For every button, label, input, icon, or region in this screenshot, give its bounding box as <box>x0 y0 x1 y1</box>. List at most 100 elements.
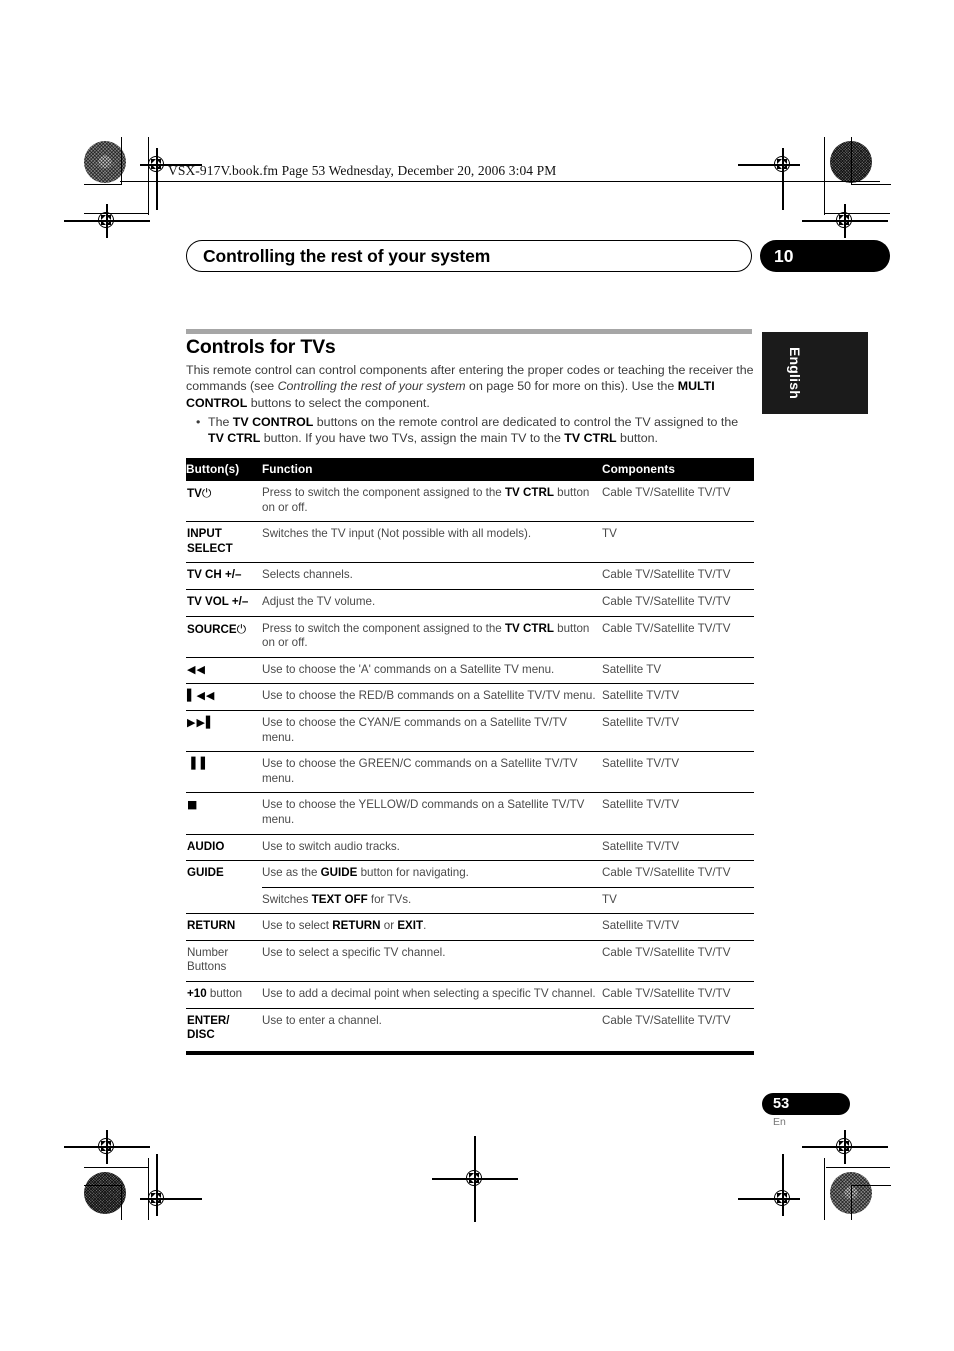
crop-line <box>851 137 853 185</box>
table-row: Switches TEXT OFF for TVs. TV <box>186 886 754 914</box>
rewind-icon-button: ◀◀ <box>186 656 262 684</box>
guide-button: GUIDE <box>186 860 262 888</box>
table-row: ■ Use to choose the YELLOW/D commands on … <box>186 792 754 834</box>
table-row: ◀◀ Use to choose the 'A' commands on a Sa… <box>186 656 754 684</box>
table-header-row: Button(s) Function Components <box>186 458 754 481</box>
running-header: Controlling the rest of your system <box>186 240 752 272</box>
stop-icon-button: ■ <box>186 792 262 834</box>
cell-function: Use to switch audio tracks. <box>262 833 602 861</box>
audio-button: AUDIO <box>186 833 262 861</box>
plus-ten-button: +10 button <box>186 981 262 1009</box>
halftone-dot-bottom-left <box>84 1172 126 1214</box>
crop-line <box>851 1185 891 1187</box>
crop-line <box>121 1186 123 1220</box>
cell-function: Use to select RETURN or EXIT. <box>262 913 602 941</box>
cell-components: Satellite TV/TV <box>602 913 754 941</box>
page-number: 53 <box>773 1096 790 1112</box>
bullet-icon: • <box>196 415 201 429</box>
cell-components: TV <box>602 886 754 914</box>
table-row: TV⏻ Press to switch the component assigne… <box>186 481 754 522</box>
list-item: • The TV CONTROL buttons on the remote c… <box>196 414 754 447</box>
cell-function: Use to choose the YELLOW/D commands on a… <box>262 792 602 834</box>
table-row: Number Buttons Use to select a specific TV… <box>186 939 754 982</box>
language-side-tab-label: English <box>787 347 803 399</box>
cell-function: Use to choose the GREEN/C commands on a … <box>262 751 602 793</box>
crop-line <box>851 1186 853 1220</box>
table-row: TV VOL +/– Adjust the TV volume. Cable TV/… <box>186 588 754 617</box>
table-row: ▌◀◀ Use to choose the RED/B commands on a… <box>186 683 754 711</box>
table-row: INPUT SELECT Switches the TV input (Not po… <box>186 521 754 563</box>
source-power-button: SOURCE⏻ <box>186 615 262 658</box>
table-row: AUDIO Use to switch audio tracks. Satellit… <box>186 833 754 861</box>
table-row: TV CH +/– Selects channels. Cable TV/Satel… <box>186 562 754 590</box>
next-track-icon-button: ▶▶▌ <box>186 709 262 752</box>
registration-mark <box>802 1130 888 1164</box>
tv-power-button: TV⏻ <box>187 486 212 500</box>
running-header-title: Controlling the rest of your system <box>203 245 491 266</box>
cell-function: Use to add a decimal point when selectin… <box>262 981 602 1009</box>
cell-components: Cable TV/Satellite TV/TV <box>602 939 754 982</box>
cell-components: Cable TV/Satellite TV/TV <box>602 1007 754 1049</box>
registration-mark <box>140 1154 202 1216</box>
section-divider-rule <box>186 329 752 334</box>
cell-function: Use to choose the CYAN/E commands on a S… <box>262 709 602 752</box>
crop-line <box>84 1185 122 1187</box>
return-button: RETURN <box>186 913 262 941</box>
chapter-number-badge: 10 <box>760 240 890 272</box>
cell-function: Use as the GUIDE button for navigating. <box>262 860 602 888</box>
previous-track-icon-button: ▌◀◀ <box>186 683 262 711</box>
guide-button-secondary <box>186 887 262 914</box>
cell-function: Press to switch the component assigned t… <box>262 486 590 514</box>
cell-components: Cable TV/Satellite TV/TV <box>602 860 754 888</box>
cell-components: Satellite TV/TV <box>602 751 754 793</box>
table-row: ENTER/DISC Use to enter a channel. Cable T… <box>186 1007 754 1049</box>
cell-function: Switches the TV input (Not possible with… <box>262 521 602 563</box>
cell-function: Switches TEXT OFF for TVs. <box>262 886 602 914</box>
language-side-tab: English <box>762 332 868 414</box>
cell-components: TV <box>602 521 754 563</box>
cell-components: Cable TV/Satellite TV/TV <box>602 588 754 617</box>
column-header-buttons: Button(s) <box>186 458 262 481</box>
registration-mark <box>64 204 150 238</box>
input-select-button: INPUT SELECT <box>186 521 262 563</box>
cell-function: Use to choose the 'A' commands on a Sate… <box>262 656 602 684</box>
crop-line <box>121 137 123 185</box>
section-bullet-list: • The TV CONTROL buttons on the remote c… <box>196 414 754 447</box>
cell-components: Satellite TV/TV <box>602 683 754 711</box>
enter-disc-button: ENTER/DISC <box>186 1007 262 1049</box>
registration-mark <box>738 148 800 210</box>
table-bottom-rule <box>186 1051 754 1055</box>
table-row: GUIDE Use as the GUIDE button for navigat… <box>186 860 754 888</box>
list-item-text: The TV CONTROL buttons on the remote con… <box>208 415 739 446</box>
tv-vol-button: TV VOL +/– <box>186 588 262 617</box>
registration-mark-center <box>432 1136 518 1222</box>
column-header-components: Components <box>602 458 754 481</box>
cell-function: Press to switch the component assigned t… <box>262 615 602 658</box>
cell-components: Cable TV/Satellite TV/TV <box>602 562 754 590</box>
cell-function: Use to enter a channel. <box>262 1007 602 1049</box>
crop-line <box>826 1167 890 1169</box>
cell-function: Adjust the TV volume. <box>262 588 602 617</box>
cell-components: Satellite TV/TV <box>602 833 754 861</box>
table-body: TV⏻ Press to switch the component assigne… <box>186 481 754 1049</box>
cell-components: Cable TV/Satellite TV/TV <box>602 486 731 499</box>
cell-function: Use to select a specific TV channel. <box>262 939 602 982</box>
cell-components: Cable TV/Satellite TV/TV <box>602 981 754 1009</box>
table-row: ▐▐ Use to choose the GREEN/C commands on … <box>186 751 754 793</box>
number-buttons: Number Buttons <box>186 939 262 982</box>
pause-icon-button: ▐▐ <box>186 751 262 793</box>
registration-mark <box>64 1130 150 1164</box>
halftone-dot-top-left <box>84 141 126 183</box>
cell-function: Use to choose the RED/B commands on a Sa… <box>262 683 602 711</box>
cell-components: Cable TV/Satellite TV/TV <box>602 615 754 658</box>
table-row: SOURCE⏻ Press to switch the component ass… <box>186 615 754 658</box>
registration-mark <box>738 1154 800 1216</box>
registration-mark <box>802 204 888 238</box>
crop-line <box>851 184 891 186</box>
column-header-function: Function <box>262 458 602 481</box>
crop-line <box>824 137 826 215</box>
tv-ch-button: TV CH +/– <box>186 562 262 590</box>
page-title: Controls for TVs <box>186 336 336 358</box>
page-number-badge: 53 <box>762 1093 850 1115</box>
crop-line <box>84 184 122 186</box>
